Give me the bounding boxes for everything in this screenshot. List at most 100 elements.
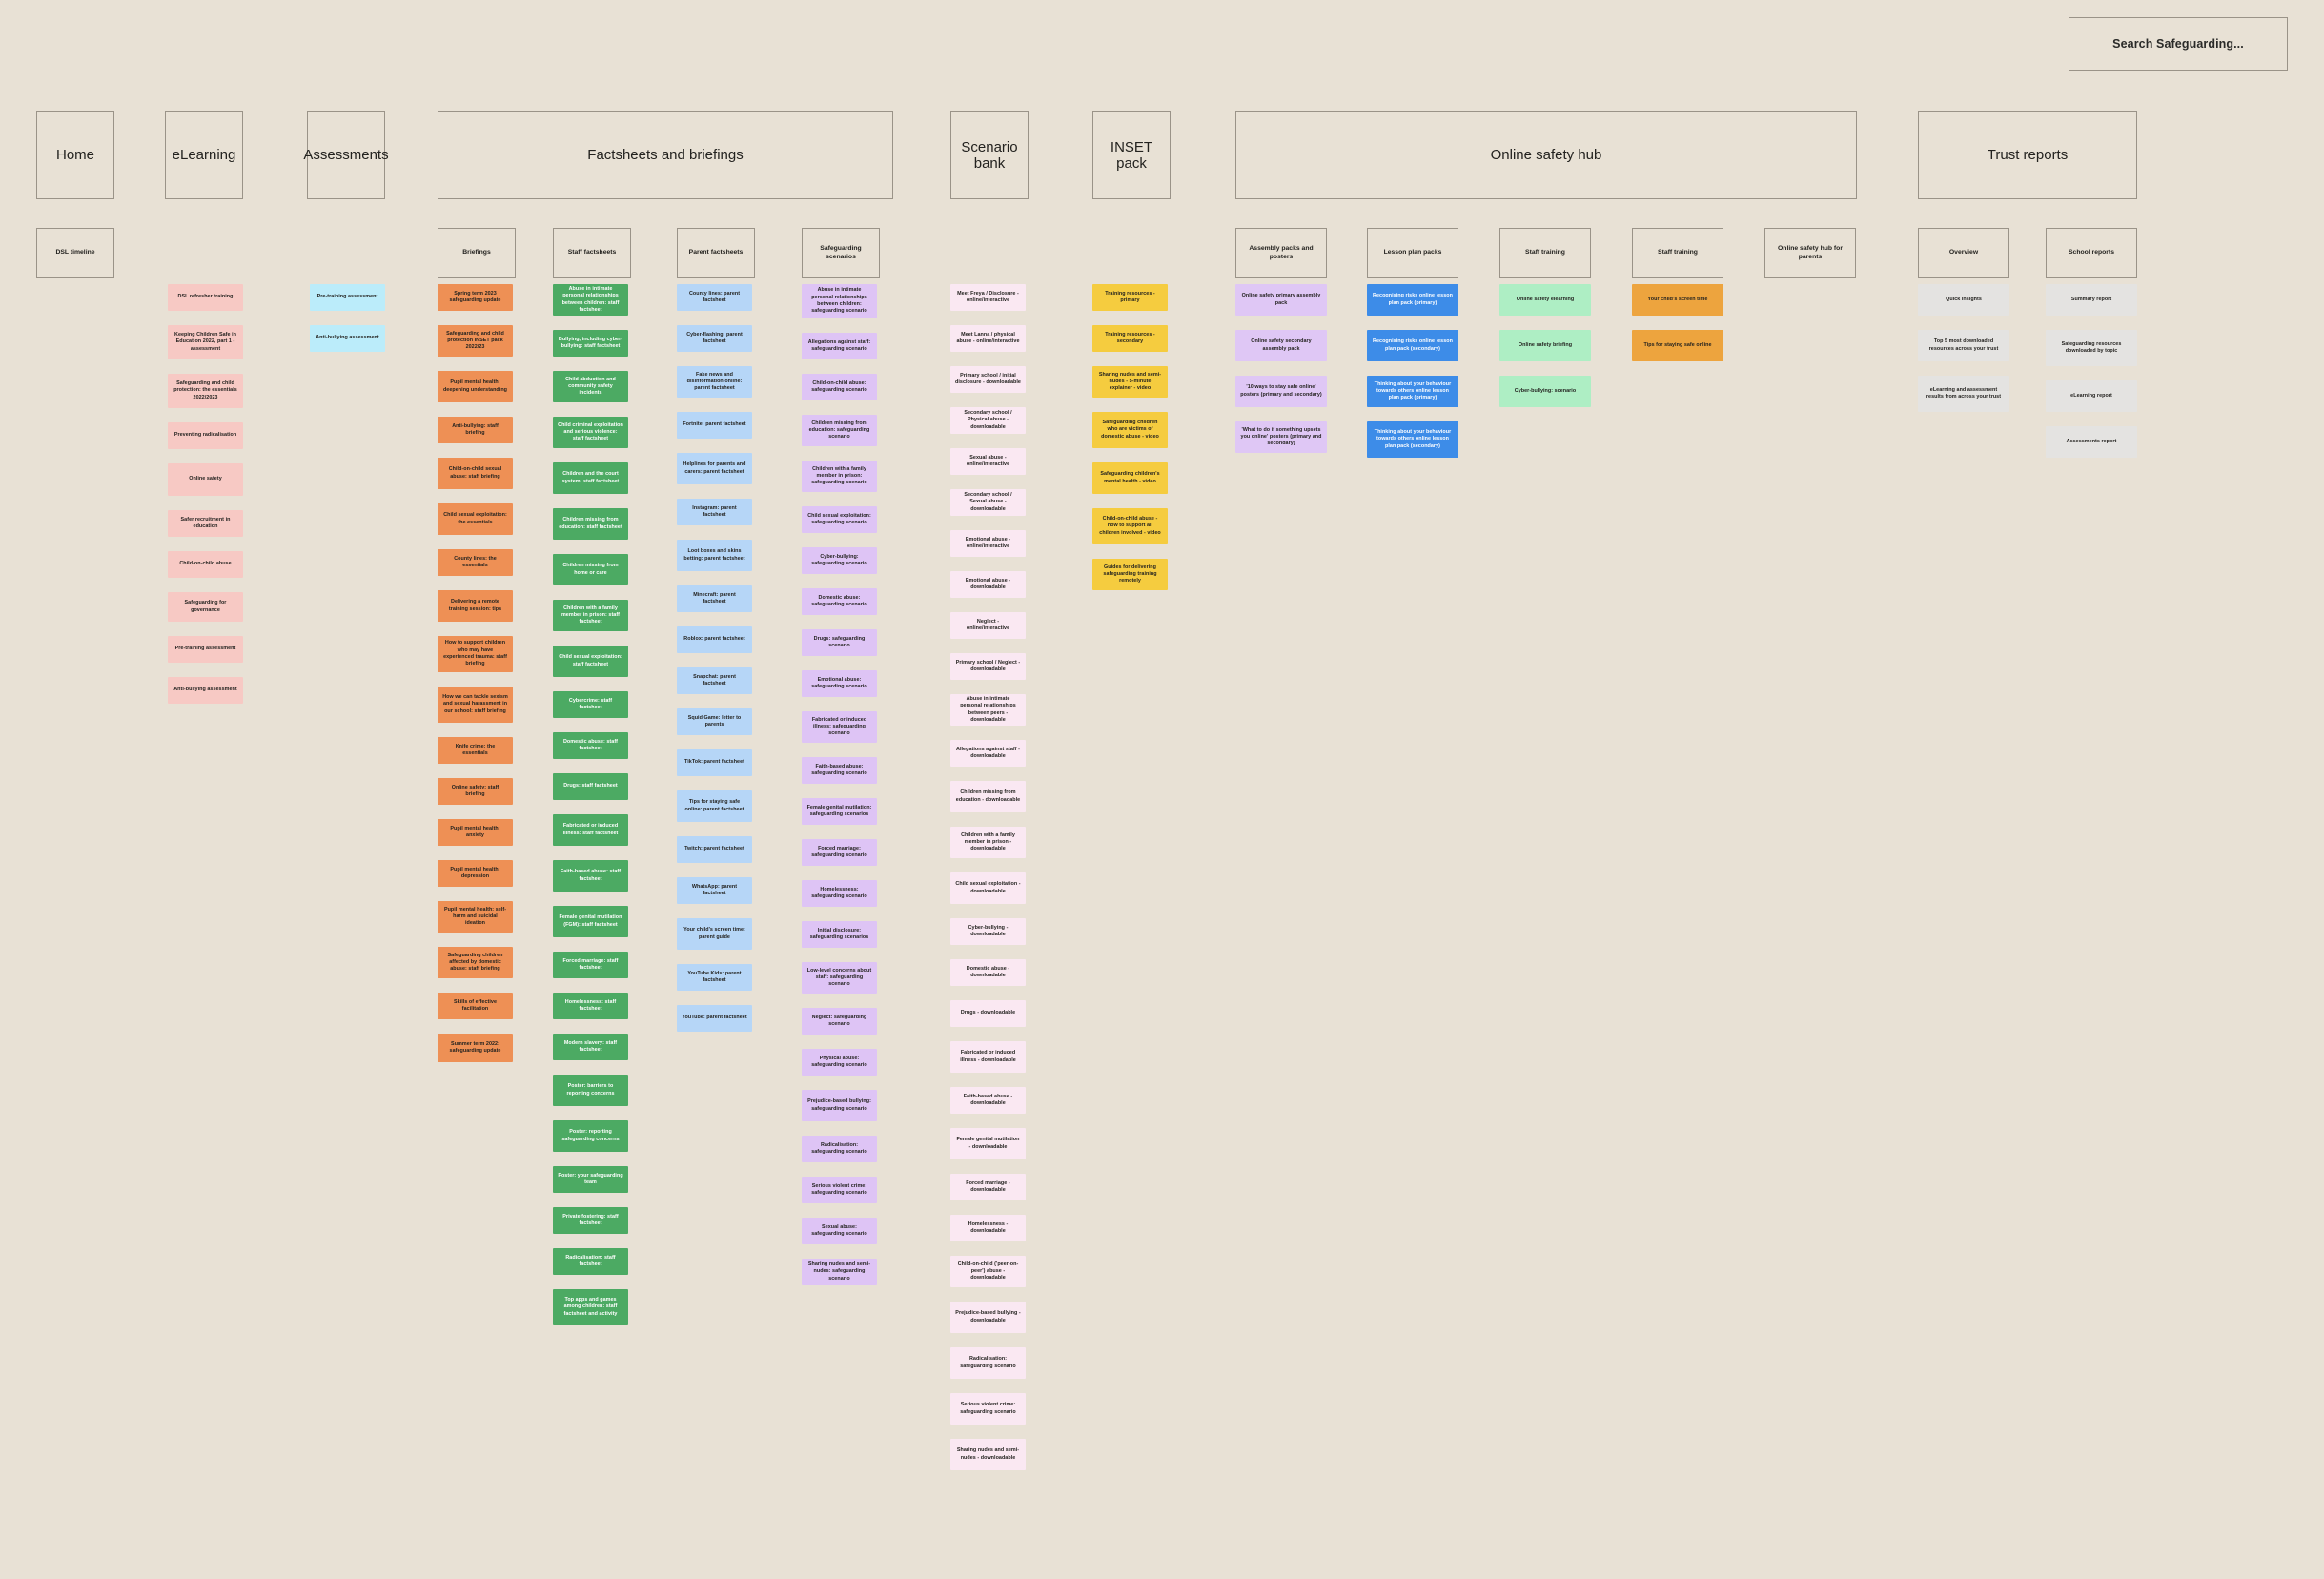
resource-card[interactable]: Primary school / initial disclosure - do… — [950, 366, 1026, 393]
subnode-staff-training-2[interactable]: Staff training — [1632, 228, 1723, 278]
resource-card[interactable]: WhatsApp: parent factsheet — [677, 877, 752, 904]
resource-card[interactable]: TikTok: parent factsheet — [677, 749, 752, 776]
resource-card[interactable]: Child-on-child abuse — [168, 551, 243, 578]
resource-card[interactable]: Secondary school / Physical abuse - down… — [950, 407, 1026, 434]
resource-card[interactable]: How to support children who may have exp… — [438, 636, 513, 672]
resource-card[interactable]: Online safety briefing — [1499, 330, 1591, 361]
resource-card[interactable]: Quick insights — [1918, 284, 2009, 316]
resource-card[interactable]: Meet Lanna / physical abuse - online/int… — [950, 325, 1026, 352]
subnode-overview[interactable]: Overview — [1918, 228, 2009, 278]
resource-card[interactable]: Recognising risks online lesson plan pac… — [1367, 330, 1458, 361]
resource-card[interactable]: Fake news and disinformation online: par… — [677, 366, 752, 398]
subnode-online-safety-hub-for-parents[interactable]: Online safety hub for parents — [1764, 228, 1856, 278]
resource-card[interactable]: Skills of effective facilitation — [438, 993, 513, 1019]
resource-card[interactable]: Emotional abuse - downloadable — [950, 571, 1026, 598]
resource-card[interactable]: Children with a family member in prison:… — [802, 461, 877, 492]
resource-card[interactable]: Safeguarding and child protection: the e… — [168, 374, 243, 408]
resource-card[interactable]: Faith-based abuse - downloadable — [950, 1087, 1026, 1114]
resource-card[interactable]: Recognising risks online lesson plan pac… — [1367, 284, 1458, 316]
resource-card[interactable]: Primary school / Neglect - downloadable — [950, 653, 1026, 680]
resource-card[interactable]: Child-on-child abuse - how to support al… — [1092, 508, 1168, 544]
subnode-dsl-timeline[interactable]: DSL timeline — [36, 228, 114, 278]
resource-card[interactable]: Summary report — [2046, 284, 2137, 316]
resource-card[interactable]: Safeguarding children's mental health - … — [1092, 462, 1168, 494]
resource-card[interactable]: Online safety primary assembly pack — [1235, 284, 1327, 316]
resource-card[interactable]: Anti-bullying assessment — [310, 325, 385, 352]
resource-card[interactable]: Tips for staying safe online: parent fac… — [677, 790, 752, 822]
resource-card[interactable]: Emotional abuse - online/interactive — [950, 530, 1026, 557]
resource-card[interactable]: Twitch: parent factsheet — [677, 836, 752, 863]
resource-card[interactable]: Safeguarding and child protection INSET … — [438, 325, 513, 357]
resource-card[interactable]: YouTube Kids: parent factsheet — [677, 964, 752, 991]
resource-card[interactable]: Sharing nudes and semi-nudes: safeguardi… — [802, 1259, 877, 1285]
resource-card[interactable]: Cyber-flashing: parent factsheet — [677, 325, 752, 352]
resource-card[interactable]: Anti-bullying: staff briefing — [438, 417, 513, 443]
subnode-staff-training[interactable]: Staff training — [1499, 228, 1591, 278]
resource-card[interactable]: Forced marriage: staff factsheet — [553, 952, 628, 978]
resource-card[interactable]: Keeping Children Safe in Education 2022,… — [168, 325, 243, 359]
resource-card[interactable]: Child criminal exploitation and serious … — [553, 417, 628, 448]
resource-card[interactable]: Poster: reporting safeguarding concerns — [553, 1120, 628, 1152]
resource-card[interactable]: eLearning report — [2046, 380, 2137, 412]
resource-card[interactable]: Thinking about your behaviour towards ot… — [1367, 376, 1458, 407]
resource-card[interactable]: Child sexual exploitation: the essential… — [438, 503, 513, 535]
resource-card[interactable]: DSL refresher training — [168, 284, 243, 311]
resource-card[interactable]: Abuse in intimate personal relationships… — [802, 284, 877, 318]
resource-card[interactable]: Neglect: safeguarding scenario — [802, 1008, 877, 1035]
resource-card[interactable]: Serious violent crime: safeguarding scen… — [802, 1177, 877, 1203]
resource-card[interactable]: Guides for delivering safeguarding train… — [1092, 559, 1168, 590]
resource-card[interactable]: Minecraft: parent factsheet — [677, 585, 752, 612]
resource-card[interactable]: Delivering a remote training session: ti… — [438, 590, 513, 622]
resource-card[interactable]: Radicalisation: staff factsheet — [553, 1248, 628, 1275]
resource-card[interactable]: Child sexual exploitation - downloadable — [950, 872, 1026, 904]
resource-card[interactable]: Tips for staying safe online — [1632, 330, 1723, 361]
resource-card[interactable]: Cyber-bullying: scenario — [1499, 376, 1591, 407]
node-trust-reports[interactable]: Trust reports — [1918, 111, 2137, 199]
resource-card[interactable]: YouTube: parent factsheet — [677, 1005, 752, 1032]
resource-card[interactable]: Instagram: parent factsheet — [677, 499, 752, 525]
resource-card[interactable]: Child abduction and community safety inc… — [553, 371, 628, 402]
resource-card[interactable]: Online safety secondary assembly pack — [1235, 330, 1327, 361]
resource-card[interactable]: Safer recruitment in education — [168, 510, 243, 537]
resource-card[interactable]: Domestic abuse: safeguarding scenario — [802, 588, 877, 615]
resource-card[interactable]: Abuse in intimate personal relationships… — [950, 694, 1026, 726]
resource-card[interactable]: Secondary school / Sexual abuse - downlo… — [950, 489, 1026, 516]
resource-card[interactable]: Poster: your safeguarding team — [553, 1166, 628, 1193]
resource-card[interactable]: Radicalisation: safeguarding scenario — [802, 1136, 877, 1162]
resource-card[interactable]: Homelessness: safeguarding scenario — [802, 880, 877, 907]
resource-card[interactable]: Fabricated or induced illness: staff fac… — [553, 814, 628, 846]
resource-card[interactable]: Serious violent crime: safeguarding scen… — [950, 1393, 1026, 1425]
resource-card[interactable]: County lines: the essentials — [438, 549, 513, 576]
node-online-safety-hub[interactable]: Online safety hub — [1235, 111, 1857, 199]
resource-card[interactable]: Emotional abuse: safeguarding scenario — [802, 670, 877, 697]
resource-card[interactable]: Knife crime: the essentials — [438, 737, 513, 764]
resource-card[interactable]: Children missing from home or care — [553, 554, 628, 585]
resource-card[interactable]: Modern slavery: staff factsheet — [553, 1034, 628, 1060]
subnode-parent-factsheets[interactable]: Parent factsheets — [677, 228, 755, 278]
resource-card[interactable]: Child-on-child abuse: safeguarding scena… — [802, 374, 877, 400]
resource-card[interactable]: Forced marriage: safeguarding scenario — [802, 839, 877, 866]
resource-card[interactable]: Cyber-bullying - downloadable — [950, 918, 1026, 945]
resource-card[interactable]: Child sexual exploitation: staff factshe… — [553, 646, 628, 677]
resource-card[interactable]: Prejudice-based bullying - downloadable — [950, 1302, 1026, 1333]
resource-card[interactable]: Domestic abuse: staff factsheet — [553, 732, 628, 759]
resource-card[interactable]: Sharing nudes and semi-nudes - 5-minute … — [1092, 366, 1168, 398]
resource-card[interactable]: Training resources - primary — [1092, 284, 1168, 311]
resource-card[interactable]: Physical abuse: safeguarding scenario — [802, 1049, 877, 1076]
node-factsheets-and-briefings[interactable]: Factsheets and briefings — [438, 111, 893, 199]
resource-card[interactable]: Child sexual exploitation: safeguarding … — [802, 506, 877, 533]
resource-card[interactable]: Children with a family member in prison … — [950, 827, 1026, 858]
resource-card[interactable]: Allegations against staff - downloadable — [950, 740, 1026, 767]
resource-card[interactable]: Spring term 2023 safeguarding update — [438, 284, 513, 311]
resource-card[interactable]: Drugs: staff factsheet — [553, 773, 628, 800]
resource-card[interactable]: Loot boxes and skins betting: parent fac… — [677, 540, 752, 571]
resource-card[interactable]: Allegations against staff: safeguarding … — [802, 333, 877, 359]
subnode-safeguarding-scenarios[interactable]: Safeguarding scenarios — [802, 228, 880, 278]
resource-card[interactable]: Child-on-child sexual abuse: staff brief… — [438, 458, 513, 489]
resource-card[interactable]: Pre-training assessment — [310, 284, 385, 311]
resource-card[interactable]: Homelessness: staff factsheet — [553, 993, 628, 1019]
resource-card[interactable]: Pupil mental health: self-harm and suici… — [438, 901, 513, 933]
resource-card[interactable]: Safeguarding resources downloaded by top… — [2046, 330, 2137, 366]
resource-card[interactable]: Pre-training assessment — [168, 636, 243, 663]
resource-card[interactable]: Forced marriage - downloadable — [950, 1174, 1026, 1200]
